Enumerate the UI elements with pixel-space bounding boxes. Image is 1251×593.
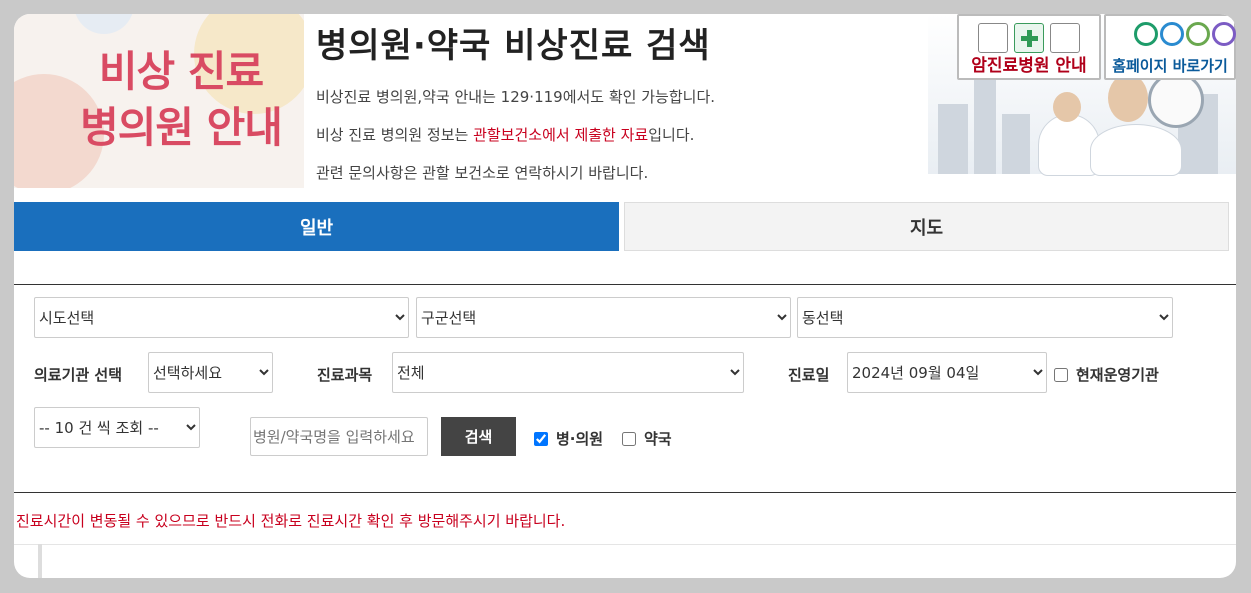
search-button[interactable]: 검색 [441,417,516,456]
gugun-select[interactable]: 구군선택 [416,297,791,338]
banner-heading: 비상 진료 병의원 안내 [66,44,296,156]
page-size-select[interactable]: -- 10 건 씩 조회 -- [34,407,200,448]
institution-select[interactable]: 선택하세요 [148,352,273,393]
results-edge [38,544,42,578]
date-label: 진료일 [788,366,830,384]
institution-label: 의료기관 선택 [34,366,123,384]
info-line-3: 관련 문의사항은 관할 보건소로 연락하시기 바랍니다. [316,164,649,182]
page-title: 병의원·약국 비상진료 검색 [316,26,711,66]
divider [14,284,1236,285]
banner-image: 비상 진료 병의원 안내 [14,14,304,188]
notice-text: 진료시간이 변동될 수 있으므로 반드시 전화로 진료시간 확인 후 방문해주시… [16,512,566,530]
date-select[interactable]: 2024년 09월 04일 [847,352,1047,393]
clock-icon [1148,72,1204,128]
banner-heading-line1: 비상 진료 [98,47,264,96]
search-input[interactable] [250,417,428,456]
currently-open-checkbox[interactable] [1054,367,1068,382]
main-card: 비상 진료 병의원 안내 병의원·약국 비상진료 검색 비상진료 병의원,약국 … [14,14,1236,578]
sido-select[interactable]: 시도선택 [34,297,409,338]
medicine-icon [1014,23,1044,53]
pharmacy-checkbox[interactable] [622,431,636,446]
info-line-2-suffix: 입니다. [648,126,695,144]
tab-general[interactable]: 일반 [14,202,619,251]
hospital-checkbox-label: 병·의원 [556,430,604,448]
department-label: 진료과목 [317,366,373,384]
info-line-1: 비상진료 병의원,약국 안내는 129·119에서도 확인 가능합니다. [316,88,716,106]
building-shape [938,104,968,174]
pharmacy-checkbox-group[interactable]: 약국 [622,428,672,449]
cancer-hospital-label: 암진료병원 안내 [971,56,1087,76]
divider [14,544,1236,545]
ambulance-icon [1050,23,1080,53]
homepage-label: 홈페이지 바로가기 [1112,57,1228,75]
doctor-head [1108,74,1148,122]
hospital-checkbox[interactable] [534,431,548,446]
divider [14,492,1236,493]
department-select[interactable]: 전체 [392,352,744,393]
info-line-2: 비상 진료 병의원 정보는 관할보건소에서 제출한 자료입니다. [316,124,694,145]
info-line-2-highlight: 관할보건소에서 제출한 자료 [473,126,649,144]
doctor-figure [1090,124,1182,176]
banner-heading-line2: 병의원 안내 [80,103,283,152]
doctor-head [1053,92,1081,122]
hospital-icon [978,23,1008,53]
building-shape [1002,114,1030,174]
dong-select[interactable]: 동선택 [797,297,1173,338]
banner-decoration [74,14,134,34]
building-shape [974,74,996,174]
hospital-checkbox-group[interactable]: 병·의원 [534,428,603,449]
currently-open-checkbox-group[interactable]: 현재운영기관 [1054,364,1159,385]
homepage-logo-icon [1134,22,1236,46]
logo-circle-icon [1212,22,1236,46]
logo-circle-icon [1186,22,1210,46]
logo-circle-icon [1160,22,1184,46]
tab-map[interactable]: 지도 [624,202,1229,251]
info-line-2-prefix: 비상 진료 병의원 정보는 [316,126,474,144]
logo-circle-icon [1134,22,1158,46]
pharmacy-checkbox-label: 약국 [644,430,672,448]
cancer-hospital-button[interactable]: 암진료병원 안내 [957,14,1101,80]
currently-open-label: 현재운영기관 [1076,366,1159,384]
homepage-button[interactable]: 홈페이지 바로가기 [1104,14,1236,80]
